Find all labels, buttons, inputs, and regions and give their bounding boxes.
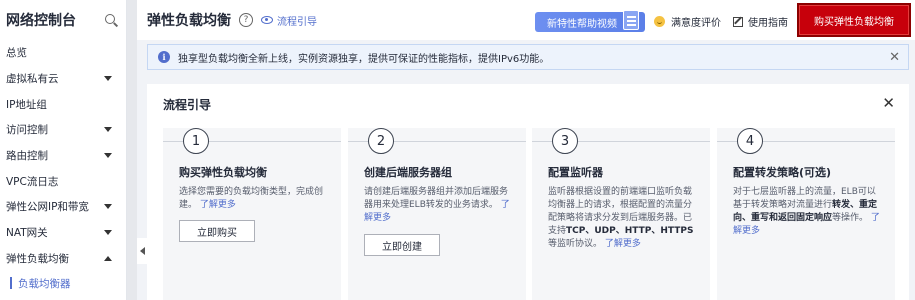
step-card: 2 创建后端服务器组 请创建后端服务器组并添加后端服务器用来处理ELB转发的业务… — [348, 128, 526, 300]
document-icon — [623, 10, 639, 30]
notice-text: 独享型负载均衡全新上线，实例资源独享，提供可保证的性能指标，提供IPv6功能。 — [178, 53, 550, 65]
chevron-down-icon — [104, 153, 112, 159]
step-description: 监听器根据设置的前端端口监听负载均衡器上的请求，根据配置的流量分配策略将请求分发… — [548, 187, 694, 249]
chevron-down-icon — [104, 127, 112, 133]
step-title: 创建后端服务器组 — [364, 166, 452, 179]
sidebar-item-nat-gateway[interactable]: NAT网关 — [0, 220, 126, 246]
step-description: 请创建后端服务器组并添加后端服务器用来处理ELB转发的业务请求。 了解更多 — [364, 187, 510, 223]
sidebar-item-vpc[interactable]: 虚拟私有云 — [0, 66, 126, 92]
panel-title: 流程引导 — [163, 98, 212, 112]
help-icon[interactable]: ? — [239, 13, 253, 27]
sidebar-menu: 总览 虚拟私有云 IP地址组 访问控制 路由控制 VPC流日志 弹性公网IP和带… — [0, 40, 126, 295]
learn-more-link[interactable]: 了解更多 — [605, 239, 641, 249]
step-title: 配置监听器 — [548, 166, 603, 179]
info-icon: i — [158, 51, 170, 63]
sidebar-item-overview[interactable]: 总览 — [0, 40, 126, 66]
console-title: 网络控制台 — [6, 13, 76, 29]
satisfaction-rating-link[interactable]: 满意度评价 — [654, 14, 721, 29]
sidebar-subitem-load-balancer[interactable]: 负载均衡器 — [0, 271, 126, 295]
step-title: 购买弹性负载均衡 — [179, 166, 267, 179]
chevron-down-icon — [104, 76, 112, 82]
chevron-down-icon — [104, 204, 112, 210]
sidebar-item-ip-group[interactable]: IP地址组 — [0, 91, 126, 117]
user-guide-link[interactable]: 使用指南 — [733, 14, 788, 29]
sidebar-item-vpc-flow-log[interactable]: VPC流日志 — [0, 168, 126, 194]
buy-elb-button[interactable]: 购买弹性负载均衡 — [797, 3, 911, 37]
buy-now-button[interactable]: 立即购买 — [179, 220, 255, 242]
step-card: 1 购买弹性负载均衡 选择您需要的负载均衡类型，完成创建。 了解更多 立即购买 — [163, 128, 341, 300]
create-now-button[interactable]: 立即创建 — [364, 234, 440, 256]
step-number: 3 — [552, 128, 578, 154]
edit-icon — [733, 16, 743, 27]
page-title: 弹性负载均衡 — [147, 13, 231, 29]
info-notice: i 独享型负载均衡全新上线，实例资源独享，提供可保证的性能指标，提供IPv6功能… — [147, 44, 909, 70]
step-title: 配置转发策略(可选) — [733, 166, 832, 179]
smile-icon — [654, 16, 665, 27]
active-indicator — [10, 277, 12, 290]
step-description: 对于七层监听器上的流量，ELB可以基于转发策略对流量进行转发、重定向、重写和返回… — [733, 187, 880, 236]
page-header: 弹性负载均衡 ? 流程引导 新特性帮助视频 满意度评价 使用指南 购买弹性负载均… — [137, 0, 915, 40]
sidebar-item-eip-bandwidth[interactable]: 弹性公网IP和带宽 — [0, 194, 126, 220]
sidebar-item-elb[interactable]: 弹性负载均衡 — [0, 246, 126, 272]
sidebar-item-access-control[interactable]: 访问控制 — [0, 117, 126, 143]
chevron-up-icon — [104, 255, 112, 261]
sidebar-divider — [127, 0, 137, 300]
sidebar-header: 网络控制台 — [0, 0, 126, 40]
step-description: 选择您需要的负载均衡类型，完成创建。 了解更多 — [179, 187, 324, 210]
feature-video-button[interactable]: 新特性帮助视频 — [535, 10, 645, 32]
main-content: 弹性负载均衡 ? 流程引导 新特性帮助视频 满意度评价 使用指南 购买弹性负载均… — [137, 0, 915, 300]
step-card: 3 配置监听器 监听器根据设置的前端端口监听负载均衡器上的请求，根据配置的流量分… — [532, 128, 710, 300]
flow-guide-link[interactable]: 流程引导 — [261, 13, 317, 28]
eye-icon — [261, 16, 273, 24]
search-icon[interactable] — [104, 13, 118, 27]
learn-more-link[interactable]: 了解更多 — [200, 200, 236, 210]
sidebar: 网络控制台 总览 虚拟私有云 IP地址组 访问控制 路由控制 VPC流日志 弹性… — [0, 0, 127, 300]
step-number: 4 — [737, 128, 763, 154]
close-icon[interactable]: ✕ — [889, 50, 900, 65]
chevron-down-icon — [104, 230, 112, 236]
close-icon[interactable]: ✕ — [882, 94, 895, 112]
sidebar-item-route-control[interactable]: 路由控制 — [0, 143, 126, 169]
steps: 1 购买弹性负载均衡 选择您需要的负载均衡类型，完成创建。 了解更多 立即购买 … — [163, 128, 895, 300]
step-card: 4 配置转发策略(可选) 对于七层监听器上的流量，ELB可以基于转发策略对流量进… — [717, 128, 895, 300]
flow-guide-panel: 流程引导 ✕ 1 购买弹性负载均衡 选择您需要的负载均衡类型，完成创建。 了解更… — [147, 84, 909, 300]
step-number: 1 — [183, 128, 209, 154]
step-number: 2 — [368, 128, 394, 154]
